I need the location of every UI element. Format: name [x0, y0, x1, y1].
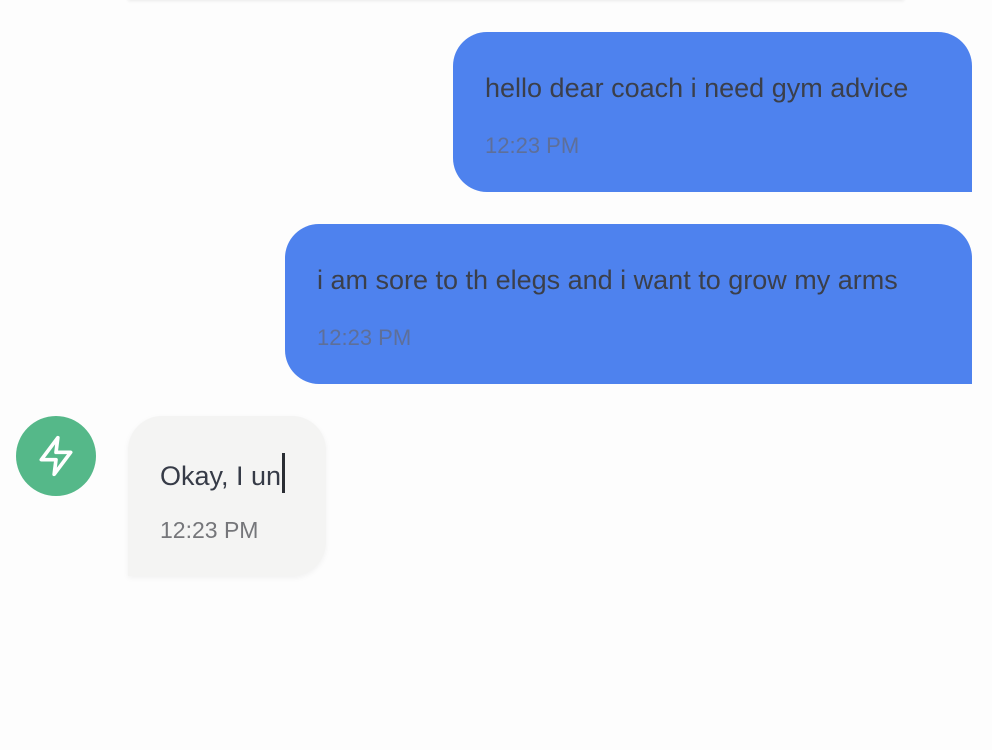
lightning-bolt-icon: [39, 435, 73, 477]
message-timestamp: 12:23 PM: [317, 325, 412, 350]
assistant-avatar: [16, 416, 96, 496]
user-message-bubble[interactable]: hello dear coach i need gym advice 12:23…: [453, 32, 972, 192]
message-text-wrapper: Okay, I un: [160, 453, 286, 493]
message-timestamp: 12:23 PM: [160, 517, 259, 543]
message-timestamp: 12:23 PM: [485, 133, 580, 158]
user-message-bubble[interactable]: i am sore to th elegs and i want to grow…: [285, 224, 972, 384]
assistant-message-bubble[interactable]: Okay, I un 12:23 PM: [128, 416, 326, 576]
message-text: Okay, I un: [160, 460, 282, 491]
message-text: hello dear coach i need gym advice: [485, 73, 909, 103]
message-text: i am sore to th elegs and i want to grow…: [317, 265, 898, 295]
chat-thread: hello dear coach i need gym advice 12:23…: [0, 0, 992, 750]
typing-caret: [282, 453, 286, 493]
